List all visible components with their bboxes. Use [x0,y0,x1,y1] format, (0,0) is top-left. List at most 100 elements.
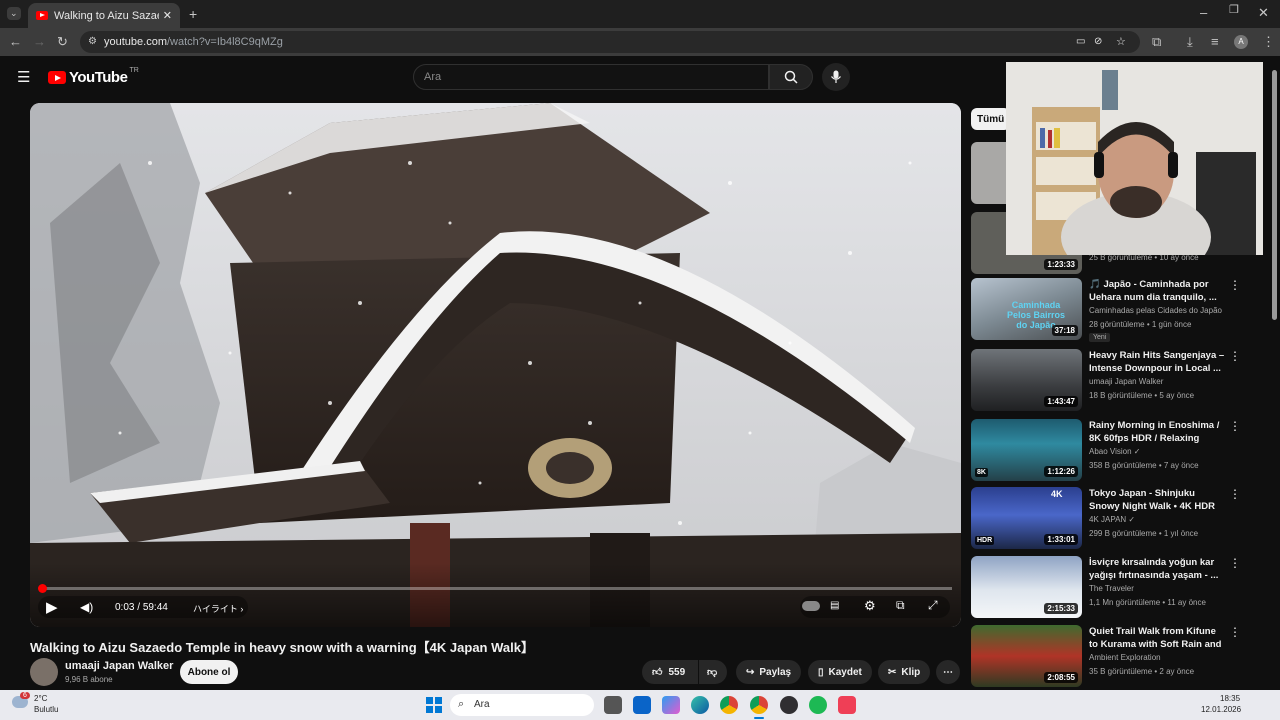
chrome-active-icon[interactable] [750,696,768,714]
hamburger-menu-icon[interactable]: ☰ [17,68,30,86]
chrome-icon[interactable] [720,696,738,714]
edge-icon[interactable] [691,696,709,714]
clock-date[interactable]: 12.01.2026 [1201,705,1241,714]
minimize-window-icon[interactable]: – [1200,6,1207,19]
rec-item[interactable]: Caminhada Pelos Bairros do Japão 37:18 🎵 J… [971,278,1261,342]
rec-title[interactable]: Rainy Morning in Enoshima / 8K 60fps HDR… [1089,419,1227,445]
tab-search-icon[interactable]: ⌄ [7,7,21,20]
rec-meta: 18 B görüntüleme • 5 ay önce [1089,391,1195,400]
voice-search-button[interactable] [822,63,850,91]
channel-avatar[interactable] [30,658,58,686]
search-button[interactable] [769,64,813,90]
spotify-icon[interactable] [809,696,827,714]
outlook-icon[interactable] [633,696,651,714]
save-button[interactable]: ▯ Kaydet [808,660,872,684]
tab-close-icon[interactable]: ✕ [163,9,172,22]
taskbar-search[interactable]: ⌕ Ara [450,694,594,716]
browser-tab-active[interactable]: Walking to Aizu Sazaedo Temple ✕ [28,3,180,28]
rec-channel[interactable]: Ambient Exploration [1089,653,1161,662]
like-button[interactable]: 👍︎ 559 [642,660,698,684]
downloads-icon[interactable]: ⤓ [1187,35,1193,48]
volume-icon[interactable]: ◀) [80,600,93,614]
task-view-icon[interactable] [604,696,622,714]
webcam-person-image [1006,62,1263,255]
clock-time[interactable]: 18:35 [1220,694,1240,703]
scrollbar-thumb[interactable] [1272,70,1277,320]
rec-menu-icon[interactable]: ⋮ [1229,349,1241,363]
share-button[interactable]: ↪ Paylaş [736,660,802,684]
clip-button[interactable]: ✂ Klip [878,660,931,684]
rec-item[interactable]: 1:43:47 Heavy Rain Hits Sangenjaya – Int… [971,349,1261,411]
miniplayer-icon[interactable]: ⧉ [896,598,905,613]
rec-channel[interactable]: Caminhadas pelas Cidades do Japão [1089,306,1222,315]
rec-thumbnail[interactable]: 2:15:33 [971,556,1082,618]
cast-icon[interactable]: ▭ [1076,36,1085,47]
reload-icon[interactable]: ↻ [57,35,68,48]
subtitles-icon[interactable]: ▤ [830,600,839,611]
rec-title[interactable]: İsviçre kırsalında yoğun kar yağışı fırt… [1089,556,1227,582]
rec-thumbnail[interactable]: Caminhada Pelos Bairros do Japão 37:18 [971,278,1082,340]
rec-channel[interactable]: 4K JAPAN ✓ [1089,515,1135,524]
windows-start-icon[interactable] [426,697,442,713]
site-info-icon[interactable]: ⚙ [88,36,97,47]
rec-thumbnail[interactable]: 8K 1:12:26 [971,419,1082,481]
extensions-icon[interactable]: ⧉ [1152,35,1161,48]
rec-menu-icon[interactable]: ⋮ [1229,278,1241,292]
progress-track[interactable] [38,584,952,593]
pocket-icon[interactable] [838,696,856,714]
rec-menu-icon[interactable]: ⋮ [1229,625,1241,639]
rec-menu-icon[interactable]: ⋮ [1229,556,1241,570]
search-input[interactable]: Ara [413,64,769,90]
settings-gear-icon[interactable]: ⚙ [864,598,876,614]
rec-title[interactable]: Heavy Rain Hits Sangenjaya – Intense Dow… [1089,349,1227,375]
rec-thumbnail[interactable]: 2:08:55 [971,625,1082,687]
duration-badge: 37:18 [1051,325,1078,336]
rec-title[interactable]: Quiet Trail Walk from Kifune to Kurama w… [1089,625,1227,651]
subscribe-button[interactable]: Abone ol [180,660,238,684]
browser-tab-bar: ⌄ Walking to Aizu Sazaedo Temple ✕ + – ❐… [0,0,1280,28]
back-arrow-icon[interactable]: ← [9,35,22,48]
rec-item[interactable]: 2:08:55 Quiet Trail Walk from Kifune to … [971,625,1261,687]
progress-scrubber[interactable] [38,584,47,593]
browser-menu-icon[interactable]: ⋮ [1262,35,1275,48]
new-tab-icon[interactable]: + [189,7,197,21]
autoplay-toggle-icon[interactable] [802,601,820,611]
rec-item[interactable]: 2:15:33 İsviçre kırsalında yoğun kar yağ… [971,556,1261,618]
more-actions-button[interactable]: ⋯ [936,660,960,684]
channel-name[interactable]: umaaji Japan Walker [65,660,173,672]
video-player[interactable]: ▶ ◀) 0:03 / 59:44 ハイライト › ▤ ⚙ ⧉ ⤢ [30,103,961,627]
obs-icon[interactable] [780,696,798,714]
play-icon[interactable]: ▶ [46,598,58,616]
youtube-logo[interactable]: YouTube TR [48,67,139,86]
webcam-overlay [1006,62,1263,255]
rec-thumbnail[interactable]: 4K HDR 1:33:01 [971,487,1082,549]
logo-country-code: TR [129,67,139,74]
copilot-icon[interactable] [662,696,680,714]
rec-thumbnail[interactable]: 1:43:47 [971,349,1082,411]
rec-title[interactable]: Tokyo Japan - Shinjuku Snowy Night Walk … [1089,487,1227,513]
chip-all[interactable]: Tümü [971,108,1011,130]
tracking-icon[interactable]: ⊘ [1094,36,1102,47]
fullscreen-icon[interactable]: ⤢ [928,598,938,613]
profile-avatar[interactable]: A [1234,35,1248,49]
chapter-label[interactable]: ハイライト › [193,602,243,615]
restore-window-icon[interactable]: ❐ [1229,5,1239,16]
rec-channel[interactable]: The Traveler [1089,584,1134,593]
partial-thumb-1[interactable] [971,142,1011,204]
rec-menu-icon[interactable]: ⋮ [1229,419,1241,433]
weather-temperature[interactable]: 2°C [34,694,47,703]
rec-title[interactable]: 🎵 Japão - Caminhada por Uehara num dia t… [1089,278,1227,304]
bookmark-star-icon[interactable]: ☆ [1116,35,1126,48]
weather-description[interactable]: Bulutlu [34,705,58,714]
forward-arrow-icon[interactable]: → [33,35,46,48]
rec-menu-icon[interactable]: ⋮ [1229,487,1241,501]
youtube-play-logo-icon [48,71,66,84]
rec-item[interactable]: 4K HDR 1:33:01 Tokyo Japan - Shinjuku Sn… [971,487,1261,549]
rec-item[interactable]: 8K 1:12:26 Rainy Morning in Enoshima / 8… [971,419,1261,481]
dislike-button[interactable]: 👎︎ [699,660,727,684]
rec-channel[interactable]: umaaji Japan Walker [1089,377,1163,386]
close-window-icon[interactable]: ✕ [1258,6,1269,19]
media-control-icon[interactable]: ≡ [1211,35,1219,48]
rec-channel[interactable]: Abao Vision ✓ [1089,447,1140,456]
address-bar[interactable]: ⚙ youtube.com/watch?v=Ib4l8C9qMZg ▭ ⊘ ☆ [80,31,1140,53]
